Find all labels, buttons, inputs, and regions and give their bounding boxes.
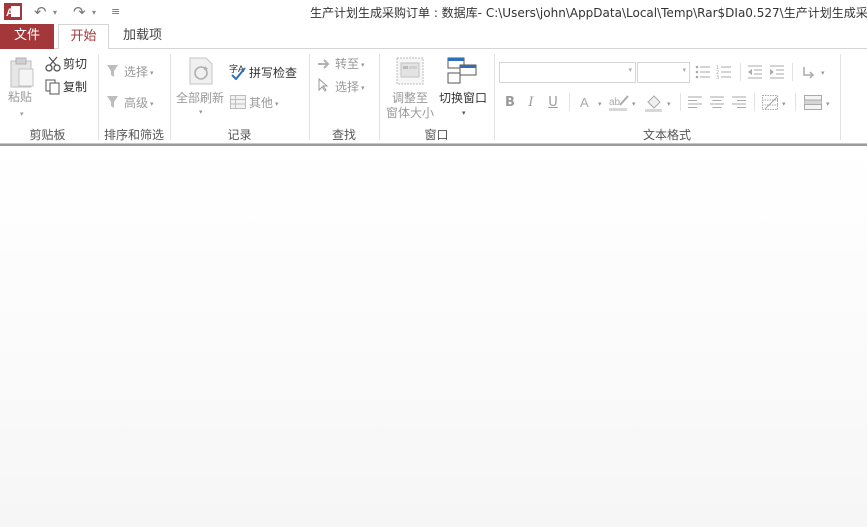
size-to-fit-button-line2[interactable]: 窗体大小 (386, 105, 434, 121)
ribbon-tabs: 文件 开始 加载项 (0, 24, 867, 50)
group-label-text-format: 文本格式 (642, 128, 691, 142)
filter-select-icon (107, 65, 118, 77)
bullets-icon[interactable] (695, 64, 711, 80)
font-color-icon[interactable]: A (578, 95, 594, 111)
svg-text:3: 3 (716, 75, 719, 80)
alternate-row-color-icon[interactable] (804, 95, 822, 110)
group-label-clipboard: 剪贴板 (29, 128, 66, 142)
paragraph-direction-icon[interactable] (801, 65, 817, 79)
cut-button[interactable]: 剪切 (63, 56, 87, 72)
highlight-color-dropdown-icon[interactable]: ▾ (632, 100, 636, 108)
font-name-combo[interactable]: ▾ (499, 62, 636, 83)
gridlines-dropdown-icon[interactable]: ▾ (782, 100, 786, 108)
paste-dropdown-icon[interactable]: ▾ (20, 110, 24, 118)
paragraph-direction-dropdown-icon[interactable]: ▾ (821, 69, 825, 77)
switch-windows-icon (447, 57, 477, 84)
highlight-color-icon[interactable]: ab (609, 94, 629, 112)
more-records-icon (230, 95, 246, 109)
paste-icon (10, 57, 34, 88)
align-left-icon[interactable] (688, 96, 702, 108)
svg-text:A: A (580, 95, 589, 110)
spell-check-button[interactable]: 拼写检查 (249, 65, 297, 81)
font-color-dropdown-icon[interactable]: ▾ (598, 100, 602, 108)
goto-arrow-icon (318, 59, 330, 69)
size-to-fit-icon (396, 57, 424, 85)
paste-button[interactable]: 粘贴 (8, 89, 32, 105)
align-center-icon[interactable] (710, 96, 724, 108)
undo-dropdown-icon[interactable]: ▾ (53, 3, 57, 23)
advanced-filter-button[interactable]: 高级 ▾ (124, 95, 154, 112)
customize-quick-access-icon[interactable]: ≡ (111, 2, 120, 22)
size-to-fit-button-line1[interactable]: 调整至 (392, 90, 428, 106)
advanced-filter-icon (107, 96, 118, 108)
bold-button[interactable]: B (502, 95, 518, 110)
filter-select-button[interactable]: 选择 ▾ (124, 64, 154, 81)
group-label-window: 窗口 (424, 128, 449, 142)
window-title: 生产计划生成采购订单 : 数据库- C:\Users\john\AppData\… (310, 6, 867, 20)
more-records-button[interactable]: 其他 ▾ (249, 95, 279, 112)
font-size-combo[interactable]: ▾ (637, 62, 690, 83)
numbering-icon[interactable]: 1 2 3 (716, 64, 732, 80)
tab-file[interactable]: 文件 (0, 24, 54, 49)
gridlines-icon[interactable] (762, 95, 778, 110)
goto-button[interactable]: 转至 ▾ (335, 56, 365, 73)
group-label-find: 查找 (331, 128, 356, 142)
title-bar: A ↶ ▾ ↷ ▾ ≡ 生产计划生成采购订单 : 数据库- C:\Users\j… (0, 0, 867, 24)
switch-windows-dropdown-icon[interactable]: ▾ (462, 109, 466, 117)
undo-icon[interactable]: ↶ (34, 2, 47, 22)
copy-button[interactable]: 复制 (63, 79, 87, 95)
find-select-button[interactable]: 选择 ▾ (335, 79, 365, 96)
tab-addins[interactable]: 加载项 (115, 24, 170, 49)
redo-dropdown-icon[interactable]: ▾ (92, 3, 96, 23)
increase-indent-icon[interactable] (769, 64, 785, 80)
tab-home[interactable]: 开始 (58, 24, 109, 50)
font-size-dropdown-icon[interactable]: ▾ (682, 66, 686, 74)
group-label-records: 记录 (227, 128, 252, 142)
workspace-area (0, 146, 867, 527)
copy-icon (45, 79, 60, 95)
italic-button[interactable]: I (523, 95, 539, 110)
svg-text:ab: ab (609, 97, 621, 108)
spelling-icon: 字A (229, 63, 246, 80)
refresh-all-dropdown-icon[interactable]: ▾ (199, 108, 203, 116)
align-right-icon[interactable] (732, 96, 746, 108)
decrease-indent-icon[interactable] (747, 64, 763, 80)
group-label-sort-filter: 排序和筛选 (103, 128, 164, 142)
select-cursor-icon (318, 78, 329, 92)
background-color-icon[interactable] (645, 94, 663, 112)
ribbon: 粘贴 ▾ 剪切 复制 剪贴板 选择 ▾ 高级 ▾ 排序和筛选 全部刷新 ▾ 字A 拼… (0, 49, 867, 144)
underline-button[interactable]: U (545, 95, 561, 110)
background-color-dropdown-icon[interactable]: ▾ (667, 100, 671, 108)
redo-icon[interactable]: ↷ (73, 2, 86, 22)
alternate-row-color-dropdown-icon[interactable]: ▾ (826, 100, 830, 108)
font-name-dropdown-icon[interactable]: ▾ (628, 66, 632, 74)
access-app-icon[interactable]: A (4, 3, 22, 20)
svg-text:A: A (6, 7, 14, 19)
refresh-all-icon (189, 57, 213, 85)
cut-icon (45, 56, 61, 72)
